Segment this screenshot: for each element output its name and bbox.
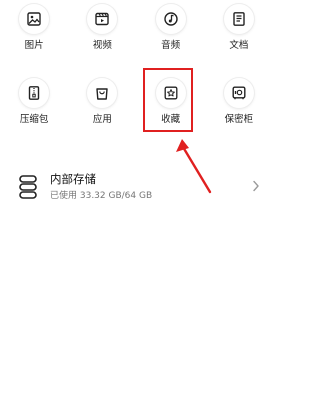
favorites-highlight-box bbox=[143, 68, 193, 132]
app-bag-icon bbox=[87, 78, 118, 108]
storage-icon bbox=[19, 175, 37, 199]
document-icon bbox=[223, 4, 254, 34]
internal-storage-row[interactable]: 内部存储 已使用 33.32 GB/64 GB bbox=[0, 168, 273, 208]
category-label: 图片 bbox=[24, 40, 44, 51]
storage-title: 内部存储 bbox=[50, 172, 96, 186]
category-audio[interactable]: 音频 bbox=[137, 4, 205, 52]
image-icon bbox=[19, 4, 50, 34]
category-label: 压缩包 bbox=[19, 114, 49, 125]
category-label: 音频 bbox=[161, 40, 181, 51]
storage-usage: 已使用 33.32 GB/64 GB bbox=[50, 191, 153, 201]
music-icon bbox=[155, 4, 186, 34]
archive-icon bbox=[19, 78, 50, 108]
category-row-2: 压缩包 应用 收藏 保密柜 bbox=[0, 78, 273, 126]
chevron-right-icon bbox=[253, 180, 259, 192]
category-row-1: 图片 视频 音频 文档 bbox=[0, 4, 273, 52]
category-label: 保密柜 bbox=[224, 114, 254, 125]
category-archives[interactable]: 压缩包 bbox=[0, 78, 68, 126]
safe-icon bbox=[223, 78, 254, 108]
category-safe[interactable]: 保密柜 bbox=[205, 78, 273, 126]
category-apps[interactable]: 应用 bbox=[68, 78, 136, 126]
category-documents[interactable]: 文档 bbox=[205, 4, 273, 52]
category-images[interactable]: 图片 bbox=[0, 4, 68, 52]
category-label: 视频 bbox=[92, 40, 112, 51]
category-videos[interactable]: 视频 bbox=[68, 4, 136, 52]
category-label: 应用 bbox=[92, 114, 112, 125]
category-label: 文档 bbox=[229, 40, 249, 51]
video-icon bbox=[87, 4, 118, 34]
